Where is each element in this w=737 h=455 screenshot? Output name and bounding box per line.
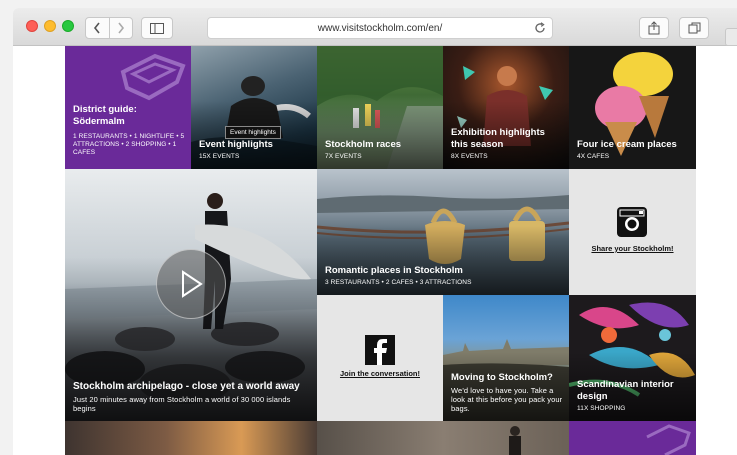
tile-count: 3 RESTAURANTS • 2 CAFES • 3 ATTRACTIONS: [325, 279, 472, 286]
tile-stats: 1 RESTAURANTS • 1 NIGHTLIFE • 5 ATTRACTI…: [73, 133, 185, 156]
tile-title: Romantic places in Stockholm: [325, 265, 463, 276]
tile-count: 8X EVENTS: [451, 153, 488, 160]
tile-stockholm-races[interactable]: Stockholm races 7X EVENTS: [317, 46, 443, 169]
tile-grid: District guide: Södermalm 1 RESTAURANTS …: [65, 46, 696, 455]
facebook-icon: [365, 335, 395, 365]
tile-title: Event highlights: [199, 139, 273, 150]
tile-count: 7X EVENTS: [325, 153, 362, 160]
address-bar[interactable]: www.visitstockholm.com/en/: [207, 17, 553, 39]
share-icon: [648, 21, 660, 35]
sidebar-icon: [150, 22, 164, 34]
tile-romantic-places[interactable]: Romantic places in Stockholm 3 RESTAURAN…: [317, 169, 569, 295]
tile-row4-photo-1[interactable]: [65, 421, 317, 455]
tile-archipelago-video[interactable]: Stockholm archipelago - close yet a worl…: [65, 169, 317, 421]
tile-row4-district[interactable]: [569, 421, 696, 455]
tile-title: District guide:: [73, 104, 137, 115]
close-window-button[interactable]: [26, 20, 38, 32]
instagram-icon: [617, 207, 647, 237]
tile-scandinavian-design[interactable]: Scandinavian interior design 11X SHOPPIN…: [569, 295, 696, 421]
tile-title: Four ice cream places: [577, 139, 677, 150]
tile-ice-cream[interactable]: Four ice cream places 4X CAFES: [569, 46, 696, 169]
play-icon: [182, 270, 203, 298]
reload-icon[interactable]: [534, 22, 546, 34]
tile-title: Stockholm races: [325, 139, 402, 150]
tabs-icon: [688, 22, 700, 34]
tile-title-line2: Södermalm: [73, 116, 125, 127]
browser-toolbar: www.visitstockholm.com/en/: [13, 8, 737, 46]
url-text: www.visitstockholm.com/en/: [317, 22, 443, 34]
tile-district-guide[interactable]: District guide: Södermalm 1 RESTAURANTS …: [65, 46, 191, 169]
tile-description: We'd love to have you. Take a look at th…: [451, 386, 563, 413]
share-button[interactable]: [639, 17, 669, 39]
stockholm-logo-icon: [120, 53, 186, 101]
event-tooltip: Event highlights: [225, 126, 281, 139]
tile-row4-photo-2[interactable]: [317, 421, 569, 455]
tile-instagram[interactable]: Share your Stockholm!: [569, 169, 696, 295]
tile-title: Stockholm archipelago - close yet a worl…: [73, 381, 300, 392]
sidebar-button[interactable]: [141, 17, 173, 39]
instagram-link[interactable]: Share your Stockholm!: [569, 244, 696, 253]
back-button[interactable]: [86, 18, 110, 38]
tile-moving-to-stockholm[interactable]: Moving to Stockholm? We'd love to have y…: [443, 295, 569, 421]
forward-icon: [118, 22, 124, 34]
zoom-window-button[interactable]: [62, 20, 74, 32]
tabs-button[interactable]: [679, 17, 709, 39]
tile-facebook[interactable]: Join the conversation!: [317, 295, 443, 421]
web-page: District guide: Södermalm 1 RESTAURANTS …: [13, 46, 737, 455]
tile-title: Exhibition highlights this season: [451, 127, 545, 150]
tile-count: 4X CAFES: [577, 153, 610, 160]
tile-exhibition-highlights[interactable]: Exhibition highlights this season 8X EVE…: [443, 46, 569, 169]
tile-count: 11X SHOPPING: [577, 405, 626, 412]
facebook-link[interactable]: Join the conversation!: [317, 369, 443, 378]
play-button[interactable]: [156, 249, 226, 319]
minimize-window-button[interactable]: [44, 20, 56, 32]
forward-button[interactable]: [110, 18, 133, 38]
new-tab-button[interactable]: [725, 28, 737, 46]
stockholm-logo-icon: [646, 424, 691, 455]
tile-title: Scandinavian interior design: [577, 379, 674, 402]
navigation-buttons: [85, 17, 133, 39]
person-photo: [509, 426, 521, 455]
tile-count: 15X EVENTS: [199, 153, 240, 160]
back-icon: [94, 22, 100, 34]
tile-description: Just 20 minutes away from Stockholm a wo…: [73, 395, 291, 413]
tile-title: Moving to Stockholm?: [451, 372, 553, 383]
tile-event-highlights[interactable]: Event highlights Event highlights 15X EV…: [191, 46, 317, 169]
